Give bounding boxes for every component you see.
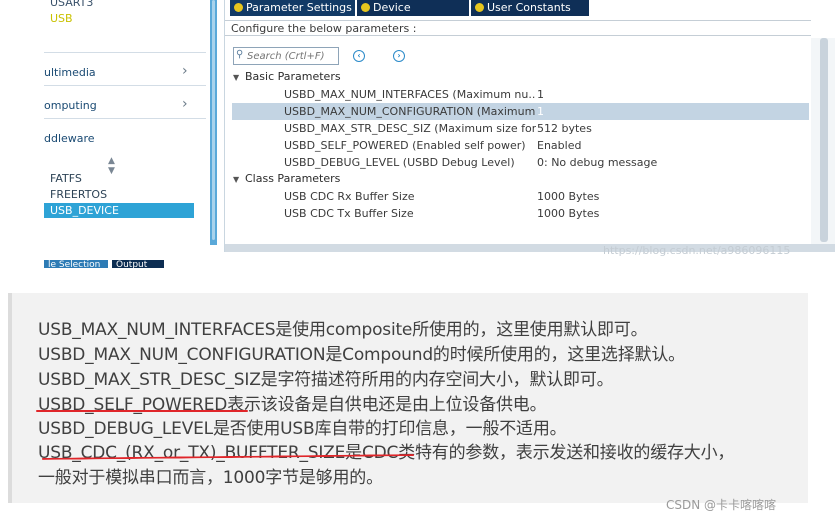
tab-file-selection[interactable]: le Selection (44, 260, 108, 268)
param-name: USBD_DEBUG_LEVEL (USBD Debug Level) (284, 156, 515, 169)
red-underline-mark (36, 410, 248, 412)
category-panel: USART3 USB ultimedia › omputing › ddlewa… (44, 0, 210, 245)
category-computing[interactable]: omputing › (44, 95, 210, 117)
note-line: USB_CDC_(RX_or_TX)_BUFFTER_SIZE是CDC类特有的参… (38, 443, 735, 463)
category-label: omputing (44, 99, 97, 112)
configure-label: Configure the below parameters : (225, 20, 811, 36)
param-value[interactable]: 1000 Bytes (537, 188, 599, 205)
param-value[interactable]: 1 (537, 86, 544, 103)
section-title: Basic Parameters (245, 70, 341, 83)
section-basic-parameters[interactable]: ▼ Basic Parameters (233, 70, 341, 83)
vertical-scrollbar[interactable] (811, 38, 835, 244)
url-watermark: https://blog.csdn.net/a986096115 (603, 244, 791, 257)
category-label: ddleware (44, 132, 95, 145)
check-circle-icon (234, 3, 243, 12)
param-name: USB CDC Rx Buffer Size (284, 190, 415, 203)
param-row[interactable]: USBD_DEBUG_LEVEL (USBD Debug Level) 0: N… (232, 154, 809, 171)
note-line: 一般对于模拟串口而言，1000字节是够用的。 (38, 468, 383, 488)
param-name: USBD_MAX_STR_DESC_SIZ (Maximum size for.… (284, 122, 536, 135)
note-line: USBD_MAX_STR_DESC_SIZ是字符描述符所用的内存空间大小，默认即… (38, 370, 614, 390)
check-circle-icon (361, 3, 370, 12)
peripheral-item-usart3[interactable]: USART3 (50, 0, 93, 9)
param-row[interactable]: USB CDC Rx Buffer Size 1000 Bytes (232, 188, 809, 205)
tab-label: User Constants (487, 1, 571, 14)
param-value[interactable]: 1 (537, 103, 544, 120)
config-tabs: Parameter Settings Device Descriptor Use… (225, 0, 835, 29)
previous-result-button[interactable]: ‹ (353, 50, 365, 62)
search-box[interactable]: ⚲ (233, 47, 339, 65)
tab-user-constants[interactable]: User Constants (471, 0, 589, 16)
search-icon: ⚲ (236, 49, 244, 60)
param-value[interactable]: Enabled (537, 137, 581, 154)
scrollbar-thumb[interactable] (820, 38, 828, 242)
category-middleware[interactable]: ddleware (44, 128, 210, 150)
expand-toggle-icon[interactable]: ▼ (233, 175, 245, 184)
param-row[interactable]: USBD_SELF_POWERED (Enabled self power) E… (232, 137, 809, 154)
peripheral-item-usb[interactable]: USB (50, 12, 73, 25)
divider (44, 85, 206, 86)
category-multimedia[interactable]: ultimedia › (44, 62, 210, 84)
param-row-selected[interactable]: USBD_MAX_NUM_CONFIGURATION (Maximum... 1 (232, 103, 809, 120)
bottom-tab-bar: le Selection Output (44, 260, 224, 268)
tab-label: Parameter Settings (246, 1, 352, 14)
csdn-credit: CSDN @卡卡喀喀喀 (666, 498, 777, 512)
chevron-right-icon: › (182, 63, 188, 79)
expand-toggle-icon[interactable]: ▼ (233, 73, 245, 82)
param-row[interactable]: USBD_MAX_STR_DESC_SIZ (Maximum size for.… (232, 120, 809, 137)
param-row[interactable]: USBD_MAX_NUM_INTERFACES (Maximum nu... 1 (232, 86, 809, 103)
note-line: USBD_DEBUG_LEVEL是否使用USB库自带的打印信息，一般不适用。 (38, 419, 567, 439)
param-row[interactable]: USB CDC Tx Buffer Size 1000 Bytes (232, 205, 809, 222)
next-result-button[interactable]: › (393, 50, 405, 62)
splitter-grip[interactable] (212, 0, 215, 240)
middleware-item-freertos[interactable]: FREERTOS (44, 187, 194, 202)
note-line: USB_MAX_NUM_INTERFACES是使用composite所使用的，这… (38, 320, 648, 340)
param-name: USB CDC Tx Buffer Size (284, 207, 414, 220)
chevron-right-icon: › (182, 96, 188, 112)
section-title: Class Parameters (245, 172, 341, 185)
panel-splitter[interactable] (210, 0, 217, 245)
check-circle-icon (475, 3, 484, 12)
param-value[interactable]: 1000 Bytes (537, 205, 599, 222)
tab-parameter-settings[interactable]: Parameter Settings (230, 0, 355, 16)
param-name: USBD_SELF_POWERED (Enabled self power) (284, 139, 526, 152)
param-value[interactable]: 512 bytes (537, 120, 592, 137)
middleware-item-fatfs[interactable]: FATFS (44, 171, 194, 186)
cubemx-screenshot: USART3 USB ultimedia › omputing › ddlewa… (0, 0, 835, 268)
middleware-item-usb-device[interactable]: USB_DEVICE (44, 203, 194, 218)
tab-output[interactable]: Output (112, 260, 164, 268)
note-line: USBD_MAX_NUM_CONFIGURATION是Compound的时候所使… (38, 345, 685, 365)
tab-device-descriptor[interactable]: Device Descriptor (357, 0, 469, 29)
param-value[interactable]: 0: No debug message (537, 154, 657, 171)
divider (44, 118, 206, 119)
section-class-parameters[interactable]: ▼ Class Parameters (233, 172, 340, 185)
divider (44, 52, 206, 53)
configuration-panel: Parameter Settings Device Descriptor Use… (224, 0, 835, 252)
explanation-blockquote: USB_MAX_NUM_INTERFACES是使用composite所使用的，这… (8, 293, 808, 503)
category-label: ultimedia (44, 66, 96, 79)
param-name: USBD_MAX_NUM_INTERFACES (Maximum nu... (284, 88, 536, 101)
param-name: USBD_MAX_NUM_CONFIGURATION (Maximum... (284, 105, 536, 118)
search-input[interactable] (247, 49, 337, 63)
